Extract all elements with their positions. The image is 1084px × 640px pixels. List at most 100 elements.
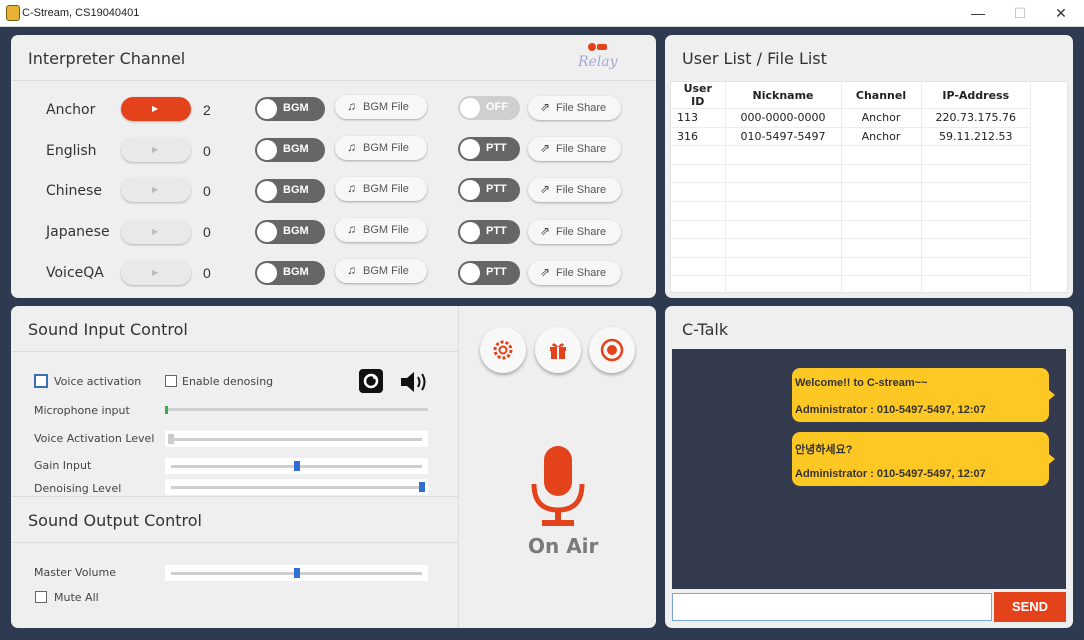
bgm-toggle-japanese[interactable]: BGM <box>255 220 325 244</box>
chat-input[interactable] <box>672 593 992 621</box>
music-note-icon: ♫ <box>347 222 356 236</box>
on-air-label: On Air <box>528 534 599 558</box>
play-button-english[interactable]: ▶ <box>121 138 191 162</box>
bgm-file-button-english[interactable]: ♫ BGM File <box>335 136 427 160</box>
chat-message: 안녕하세요? Administrator : 010-5497-5497, 12… <box>792 432 1055 486</box>
microphone-input-meter <box>165 403 428 419</box>
bgm-file-button-voiceqa[interactable]: ♫ BGM File <box>335 259 427 283</box>
relay-logo-megaphone-icon <box>597 44 607 50</box>
denoising-level-slider[interactable] <box>165 479 428 495</box>
column-header[interactable]: User ID <box>671 82 726 109</box>
table-row <box>671 182 1031 202</box>
channel-name-japanese: Japanese <box>46 224 110 240</box>
user-list-title: User List / File List <box>682 49 827 68</box>
send-button[interactable]: SEND <box>994 592 1066 622</box>
interpreter-channel-title: Interpreter Channel <box>28 49 186 68</box>
bgm-toggle-chinese[interactable]: BGM <box>255 179 325 203</box>
record-button[interactable] <box>589 327 635 373</box>
gain-input-slider[interactable] <box>165 458 428 474</box>
speaker-icon <box>401 372 426 392</box>
file-share-button-chinese[interactable]: ⇗ File Share <box>528 178 621 202</box>
column-header[interactable]: Channel <box>841 82 922 109</box>
file-share-button-anchor[interactable]: ⇗ File Share <box>528 96 621 120</box>
refresh-icon <box>363 373 379 389</box>
ptt-toggle-chinese[interactable]: PTT <box>458 178 520 202</box>
table-row <box>671 238 1031 258</box>
play-icon: ▶ <box>152 145 159 154</box>
share-icon: ⇗ <box>540 141 551 155</box>
microphone-icon <box>531 446 585 526</box>
table-row <box>671 257 1031 277</box>
table-row <box>671 164 1031 184</box>
music-note-icon: ♫ <box>347 181 356 195</box>
speaker-button[interactable] <box>399 370 429 399</box>
share-icon: ⇗ <box>540 182 551 196</box>
music-note-icon: ♫ <box>347 263 356 277</box>
gift-button[interactable] <box>535 327 581 373</box>
gift-icon <box>550 343 566 359</box>
play-icon: ▶ <box>152 185 159 194</box>
ptt-toggle-voiceqa[interactable]: PTT <box>458 261 520 285</box>
bgm-toggle-anchor[interactable]: BGM <box>255 97 325 121</box>
share-icon: ⇗ <box>540 265 551 279</box>
chat-messages-area: Welcome!! to C-stream~~ Administrator : … <box>672 349 1066 589</box>
bgm-toggle-voiceqa[interactable]: BGM <box>255 261 325 285</box>
play-icon: ▶ <box>152 104 159 113</box>
settings-button[interactable] <box>480 327 526 373</box>
sound-input-title: Sound Input Control <box>28 320 188 339</box>
microphone-input-label: Microphone input <box>34 404 130 417</box>
play-button-japanese[interactable]: ▶ <box>121 220 191 244</box>
table-row[interactable]: 316 010-5497-5497 Anchor 59.11.212.53 <box>671 127 1031 147</box>
refresh-button[interactable] <box>359 369 383 393</box>
channel-name-anchor: Anchor <box>46 102 96 118</box>
file-share-button-english[interactable]: ⇗ File Share <box>528 137 621 161</box>
app-icon <box>6 5 20 21</box>
file-share-button-japanese[interactable]: ⇗ File Share <box>528 220 621 244</box>
table-row <box>671 145 1031 165</box>
user-table: User ID Nickname Channel IP-Address 113 … <box>670 81 1068 295</box>
table-row <box>671 201 1031 221</box>
mute-all-checkbox[interactable] <box>35 591 47 603</box>
table-row[interactable]: 113 000-0000-0000 Anchor 220.73.175.76 <box>671 108 1031 128</box>
play-button-anchor[interactable]: ▶ <box>121 97 191 121</box>
ptt-toggle-anchor[interactable]: OFF <box>458 96 520 120</box>
master-volume-label: Master Volume <box>34 566 116 579</box>
ctalk-title: C-Talk <box>682 320 729 339</box>
play-button-chinese[interactable]: ▶ <box>121 178 191 202</box>
voice-activation-label: Voice activation <box>54 375 142 388</box>
close-button[interactable]: ✕ <box>1046 3 1076 23</box>
relay-logo: Relay <box>577 41 622 79</box>
ptt-toggle-english[interactable]: PTT <box>458 137 520 161</box>
gain-input-label: Gain Input <box>34 459 92 472</box>
voice-activation-level-label: Voice Activation Level <box>34 432 155 445</box>
play-icon: ▶ <box>152 227 159 236</box>
bgm-file-button-chinese[interactable]: ♫ BGM File <box>335 177 427 201</box>
ptt-toggle-japanese[interactable]: PTT <box>458 220 520 244</box>
share-icon: ⇗ <box>540 100 551 114</box>
voice-activation-level-slider[interactable] <box>165 431 428 447</box>
file-share-button-voiceqa[interactable]: ⇗ File Share <box>528 261 621 285</box>
bgm-file-button-anchor[interactable]: ♫ BGM File <box>335 95 427 119</box>
mute-all-label: Mute All <box>54 591 99 604</box>
sound-control-panel: Sound Input Control Voice activation Ena… <box>11 306 656 628</box>
record-icon <box>600 338 624 362</box>
master-volume-slider[interactable] <box>165 565 428 581</box>
window-title: C-Stream, CS19040401 <box>22 7 140 19</box>
bgm-file-button-japanese[interactable]: ♫ BGM File <box>335 218 427 242</box>
user-list-panel: User List / File List User ID Nickname C… <box>665 35 1073 298</box>
bgm-toggle-english[interactable]: BGM <box>255 138 325 162</box>
title-bar: C-Stream, CS19040401 — ☐ ✕ <box>0 0 1084 27</box>
sound-output-title: Sound Output Control <box>28 511 202 530</box>
chat-message: Welcome!! to C-stream~~ Administrator : … <box>792 368 1055 422</box>
column-header[interactable]: Nickname <box>725 82 842 109</box>
enable-denosing-checkbox[interactable] <box>165 375 177 387</box>
maximize-button[interactable]: ☐ <box>1005 3 1035 23</box>
denoising-level-label: Denoising Level <box>34 482 122 495</box>
minimize-button[interactable]: — <box>963 3 993 23</box>
play-button-voiceqa[interactable]: ▶ <box>121 261 191 285</box>
channel-count-english: 0 <box>203 143 211 159</box>
on-air-button[interactable] <box>528 444 588 534</box>
relay-logo-text: Relay <box>578 54 618 70</box>
voice-activation-checkbox[interactable] <box>34 374 48 388</box>
column-header[interactable]: IP-Address <box>921 82 1031 109</box>
